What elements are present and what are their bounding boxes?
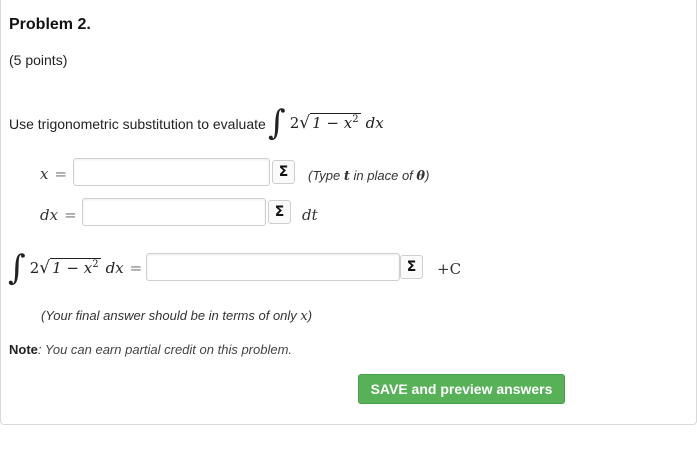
- x-hint: (Type t in place of θ): [308, 168, 430, 184]
- problem-prompt: Use trigonometric substitution to evalua…: [9, 116, 266, 132]
- sqrt: √ 1 − x2: [299, 113, 361, 133]
- answer-integral: ∫ 2 √ 1 − x2 dx =: [8, 251, 142, 285]
- exponent: 2: [92, 259, 99, 270]
- dt-label: dt: [302, 206, 318, 224]
- dx-input[interactable]: [82, 198, 266, 226]
- final-answer-note: (Your final answer should be in terms of…: [41, 308, 313, 324]
- exponent: 2: [352, 114, 359, 125]
- radicand: 1 − x: [52, 259, 93, 277]
- equals: =: [129, 259, 143, 277]
- sqrt: √ 1 − x2: [39, 258, 101, 278]
- plus-c-label: +C: [437, 260, 462, 278]
- equation-editor-icon[interactable]: Σ: [268, 200, 291, 224]
- problem-title: Problem 2.: [9, 16, 91, 33]
- integral-dvar: dx: [105, 259, 124, 277]
- prompt-integral: ∫ 2 √ 1 − x2 dx: [268, 106, 384, 140]
- equation-editor-icon[interactable]: Σ: [272, 160, 295, 184]
- integral-sign: ∫: [8, 248, 26, 288]
- save-preview-button[interactable]: SAVE and preview answers: [358, 374, 565, 404]
- integral-coef: 2: [289, 114, 300, 132]
- dx-label: dx =: [40, 206, 77, 224]
- x-substitution-input[interactable]: [73, 158, 270, 186]
- integral-sign: ∫: [268, 103, 286, 143]
- partial-credit-note: Note: You can earn partial credit on thi…: [9, 342, 293, 357]
- integral-answer-input[interactable]: [146, 253, 400, 281]
- problem-points: (5 points): [9, 52, 68, 68]
- equation-editor-icon[interactable]: Σ: [400, 255, 423, 279]
- x-label: x =: [40, 165, 68, 183]
- integral-dvar: dx: [365, 114, 384, 132]
- radicand: 1 − x: [312, 114, 353, 132]
- integral-coef: 2: [29, 259, 40, 277]
